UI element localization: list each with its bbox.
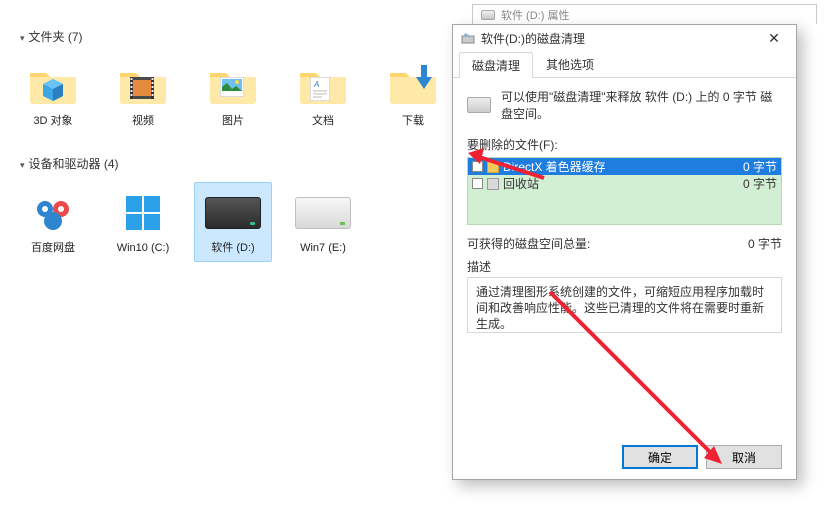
svg-text:A: A	[313, 80, 319, 89]
tab-body: 可以使用"磁盘清理"来释放 软件 (D:) 上的 0 字节 磁盘空间。 要删除的…	[453, 78, 796, 479]
tab-other-options[interactable]: 其他选项	[533, 51, 607, 77]
item-label: Win7 (E:)	[300, 241, 346, 255]
disk-cleanup-dialog: 软件(D:)的磁盘清理 ✕ 磁盘清理 其他选项 可以使用"磁盘清理"来释放 软件…	[452, 24, 797, 480]
file-type-icon	[487, 178, 499, 190]
total-space-value: 0 字节	[748, 235, 782, 252]
download-arrow-icon	[414, 65, 434, 91]
drive-software-d[interactable]: 软件 (D:)	[194, 182, 272, 262]
close-button[interactable]: ✕	[760, 30, 788, 47]
drive-icon	[481, 10, 495, 20]
item-label: 视频	[132, 114, 154, 128]
item-label: Win10 (C:)	[117, 241, 170, 255]
drive-icon	[467, 97, 491, 113]
dialog-buttons: 确定 取消	[467, 433, 782, 469]
file-size: 0 字节	[729, 175, 777, 192]
checkbox[interactable]	[472, 161, 483, 172]
folder-downloads[interactable]: 下载	[374, 55, 452, 135]
item-label: 软件 (D:)	[211, 241, 254, 255]
properties-dialog-behind: 软件 (D:) 属性	[472, 4, 817, 24]
drive-baidu[interactable]: 百度网盘	[14, 182, 92, 262]
folder-videos[interactable]: 视频	[104, 55, 182, 135]
drive-icon	[205, 197, 261, 229]
drive-icon	[295, 197, 351, 229]
picture-icon	[220, 77, 244, 97]
file-name: 回收站	[503, 175, 725, 192]
folder-pictures[interactable]: 图片	[194, 55, 272, 135]
dialog-titlebar[interactable]: 软件(D:)的磁盘清理 ✕	[453, 25, 796, 51]
description-box: 通过清理图形系统创建的文件，可缩短应用程序加载时间和改善响应性能。这些已清理的文…	[467, 277, 782, 333]
file-size: 0 字节	[729, 158, 777, 175]
item-label: 3D 对象	[33, 114, 72, 128]
cleanup-icon	[461, 31, 475, 45]
ok-button[interactable]: 确定	[622, 445, 698, 469]
files-list[interactable]: DirectX 着色器缓存 0 字节 回收站 0 字节	[467, 157, 782, 225]
dialog-title: 软件(D:)的磁盘清理	[481, 30, 585, 47]
drive-win10-c[interactable]: Win10 (C:)	[104, 182, 182, 262]
film-icon	[130, 77, 154, 99]
item-label: 图片	[222, 114, 244, 128]
cleanup-description: 可以使用"磁盘清理"来释放 软件 (D:) 上的 0 字节 磁盘空间。	[501, 88, 782, 122]
file-type-icon	[487, 161, 499, 173]
total-space-label: 可获得的磁盘空间总量:	[467, 235, 590, 252]
drive-win7-e[interactable]: Win7 (E:)	[284, 182, 362, 262]
item-label: 下载	[402, 114, 424, 128]
cancel-button[interactable]: 取消	[706, 445, 782, 469]
dialog-tabs: 磁盘清理 其他选项	[453, 51, 796, 78]
folder-3d-objects[interactable]: 3D 对象	[14, 55, 92, 135]
tab-cleanup[interactable]: 磁盘清理	[459, 52, 533, 78]
cube-icon	[40, 77, 66, 103]
checkbox[interactable]	[472, 178, 483, 189]
behind-title: 软件 (D:) 属性	[501, 7, 569, 23]
file-name: DirectX 着色器缓存	[503, 158, 725, 175]
item-label: 文档	[312, 114, 334, 128]
baidu-icon	[31, 191, 75, 235]
files-to-delete-label: 要删除的文件(F):	[467, 136, 782, 153]
windows-icon	[126, 196, 160, 230]
item-label: 百度网盘	[31, 241, 75, 255]
file-row-directx[interactable]: DirectX 着色器缓存 0 字节	[468, 158, 781, 175]
description-label: 描述	[467, 258, 782, 275]
doc-icon: A	[310, 77, 330, 101]
folder-documents[interactable]: A 文档	[284, 55, 362, 135]
file-row-recycle[interactable]: 回收站 0 字节	[468, 175, 781, 192]
